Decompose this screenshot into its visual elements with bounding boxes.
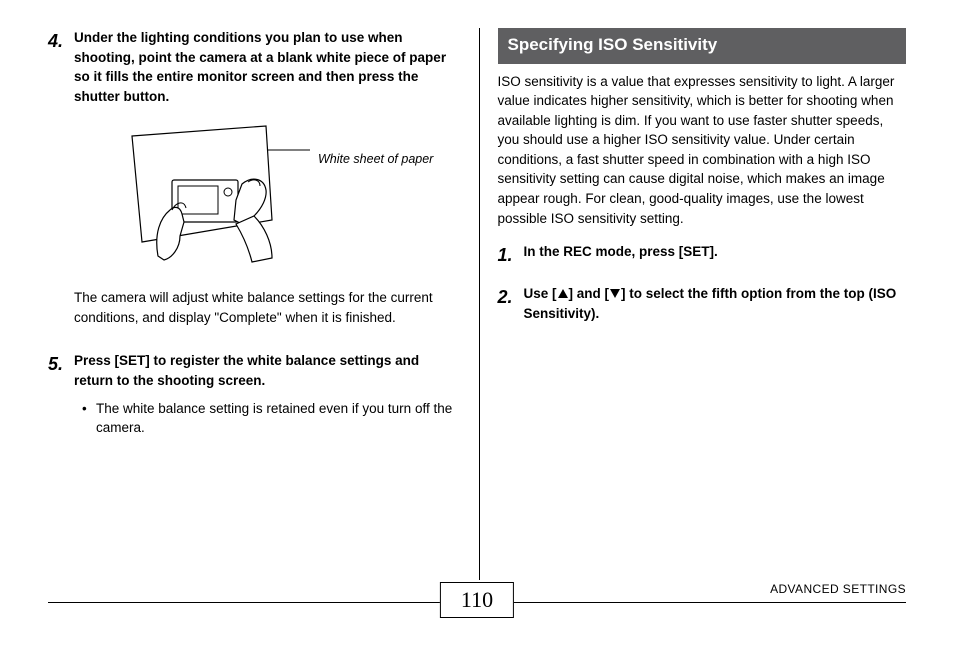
camera-paper-illustration-icon xyxy=(114,124,314,274)
step-2-text-pre: Use [ xyxy=(524,286,557,301)
step-2: 2. Use [] and [] to select the fifth opt… xyxy=(498,284,907,323)
step-4-subtext-wrap: The camera will adjust white balance set… xyxy=(48,288,457,327)
step-4-subtext: The camera will adjust white balance set… xyxy=(74,288,457,327)
page-number: 110 xyxy=(440,582,514,618)
iso-paragraph: ISO sensitivity is a value that expresse… xyxy=(498,72,907,229)
step-5-bullet-text: The white balance setting is retained ev… xyxy=(96,399,457,438)
step-4: 4. Under the lighting conditions you pla… xyxy=(48,28,457,106)
footer-section-label: ADVANCED SETTINGS xyxy=(760,582,906,596)
right-column: Specifying ISO Sensitivity ISO sensitivi… xyxy=(498,28,907,580)
step-1: 1. In the REC mode, press [SET]. xyxy=(498,242,907,268)
down-triangle-icon xyxy=(609,288,621,299)
left-column: 4. Under the lighting conditions you pla… xyxy=(48,28,461,580)
column-divider xyxy=(479,28,480,580)
bullet-dot-icon: • xyxy=(82,399,96,438)
step-1-heading: In the REC mode, press [SET]. xyxy=(524,242,907,262)
step-number: 1. xyxy=(498,242,524,268)
step-number: 4. xyxy=(48,28,74,106)
step-4-heading: Under the lighting conditions you plan t… xyxy=(74,28,457,106)
step-5-heading: Press [SET] to register the white balanc… xyxy=(74,351,457,390)
illustration: White sheet of paper xyxy=(74,124,457,274)
step-5-bullet: • The white balance setting is retained … xyxy=(74,399,457,438)
step-2-heading: Use [] and [] to select the fifth option… xyxy=(524,284,907,323)
step-number: 5. xyxy=(48,351,74,437)
step-5: 5. Press [SET] to register the white bal… xyxy=(48,351,457,437)
illustration-label: White sheet of paper xyxy=(318,150,433,168)
page-footer: 110 ADVANCED SETTINGS xyxy=(48,580,906,626)
step-2-text-mid: ] and [ xyxy=(569,286,610,301)
section-title-bar: Specifying ISO Sensitivity xyxy=(498,28,907,64)
step-number: 2. xyxy=(498,284,524,323)
up-triangle-icon xyxy=(557,288,569,299)
